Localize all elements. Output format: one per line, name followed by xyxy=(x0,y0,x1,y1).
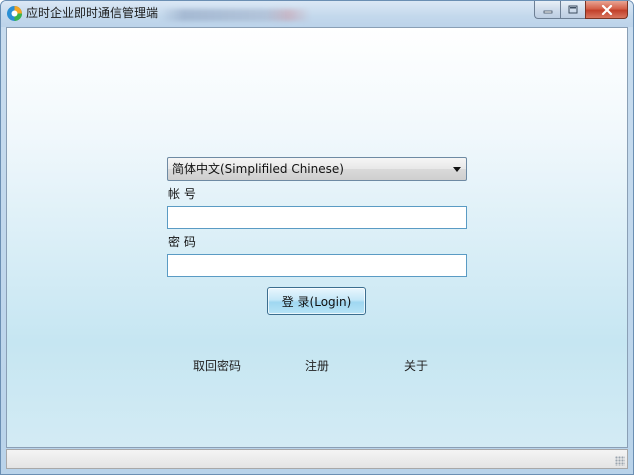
app-window: 应时企业即时通信管理端 简体中文(Simplifiled Chinese) 帐 … xyxy=(0,0,634,475)
title-bar[interactable]: 应时企业即时通信管理端 xyxy=(1,1,633,27)
window-title: 应时企业即时通信管理端 xyxy=(26,6,159,20)
language-select[interactable]: 简体中文(Simplifiled Chinese) xyxy=(167,157,467,181)
maximize-button[interactable] xyxy=(560,1,585,19)
account-input[interactable] xyxy=(167,206,467,229)
close-button[interactable] xyxy=(585,1,628,19)
account-label: 帐 号 xyxy=(168,187,196,201)
login-panel: 简体中文(Simplifiled Chinese) 帐 号 密 码 登 录(Lo… xyxy=(6,27,628,448)
password-label: 密 码 xyxy=(168,235,196,249)
chevron-down-icon[interactable] xyxy=(453,167,461,172)
maximize-icon xyxy=(568,5,578,14)
register-link[interactable]: 注册 xyxy=(305,359,329,373)
about-link[interactable]: 关于 xyxy=(404,359,428,373)
minimize-icon xyxy=(543,10,552,13)
window-controls xyxy=(534,1,628,19)
minimize-button[interactable] xyxy=(534,1,560,19)
password-input[interactable] xyxy=(167,254,467,277)
login-button[interactable]: 登 录(Login) xyxy=(267,287,366,315)
status-bar xyxy=(6,449,628,469)
language-select-value: 简体中文(Simplifiled Chinese) xyxy=(172,162,344,176)
resize-grip-icon[interactable] xyxy=(615,456,625,466)
close-icon xyxy=(601,4,612,15)
app-logo-icon xyxy=(7,6,22,21)
blurred-title-suffix xyxy=(161,9,311,21)
retrieve-password-link[interactable]: 取回密码 xyxy=(193,359,241,373)
